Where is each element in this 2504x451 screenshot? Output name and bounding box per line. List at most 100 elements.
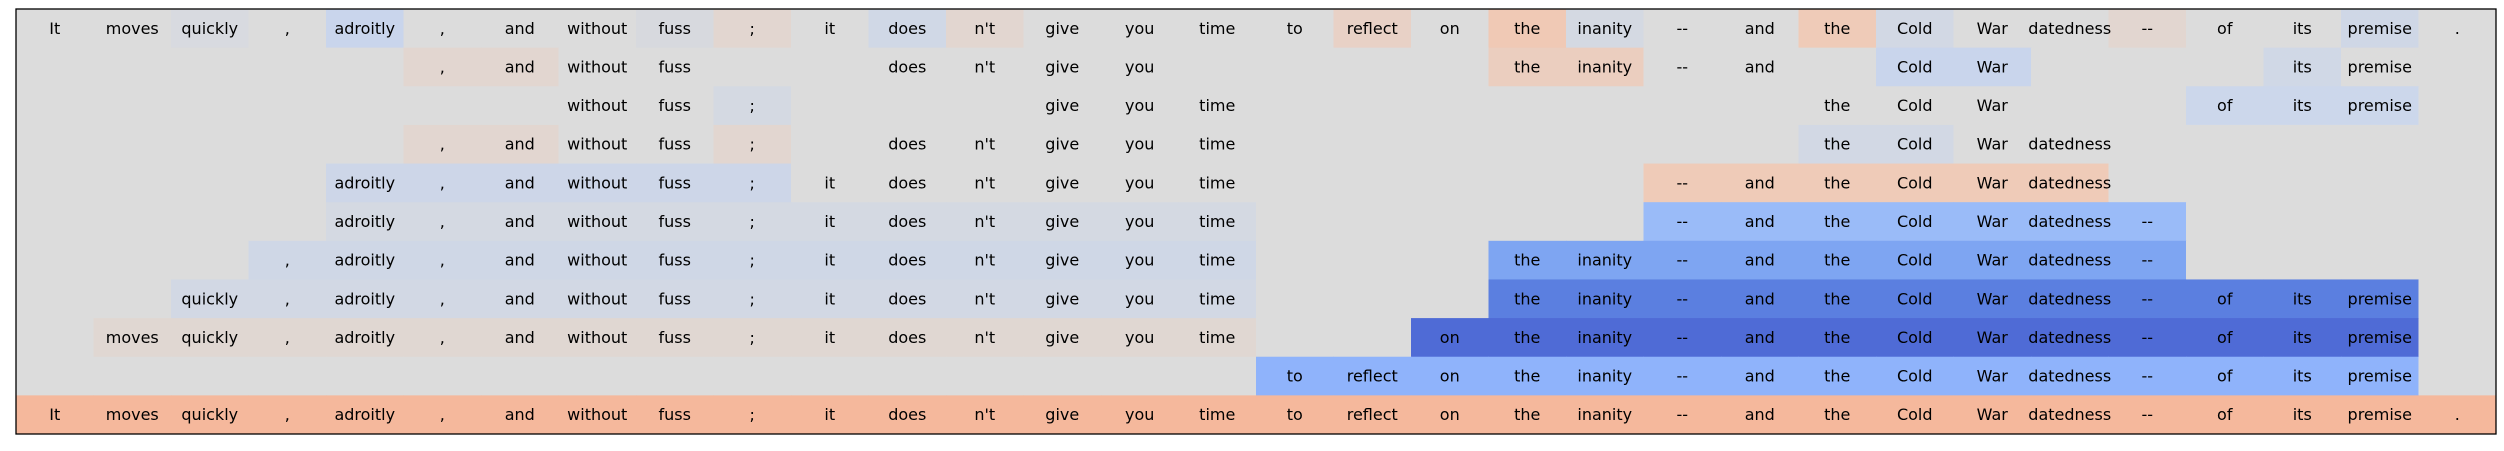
token-label-r8-c2: quickly [181, 328, 238, 347]
heatmap-cell-r5-c16 [1256, 202, 1334, 242]
token-label-r8-c30: premise [2348, 328, 2412, 347]
heatmap-cell-r3-c0 [16, 124, 94, 165]
token-label-r3-c23: the [1824, 135, 1850, 154]
heatmap-cell-r2-c18 [1411, 86, 1489, 126]
token-label-r2-c9: ; [750, 96, 755, 115]
token-label-r9-c28: of [2217, 367, 2233, 386]
heatmap-cell-r7-c0 [16, 279, 94, 319]
token-label-r0-c27: -- [2141, 19, 2153, 38]
token-label-r5-c11: does [888, 212, 926, 231]
token-label-r10-c4: adroitly [334, 405, 395, 424]
token-label-r10-c20: inanity [1577, 405, 1632, 424]
heatmap-cell-r3-c22 [1721, 124, 1799, 165]
token-label-r7-c4: adroitly [334, 289, 395, 308]
token-label-r6-c5: , [440, 251, 445, 270]
heatmap-cell-r4-c20 [1566, 163, 1644, 203]
heatmap-cell-r7-c1 [93, 279, 172, 319]
heatmap-cell-r2-c19 [1488, 86, 1567, 126]
token-label-r8-c21: -- [1676, 328, 1688, 347]
token-label-r10-c27: -- [2141, 405, 2153, 424]
token-label-r2-c14: you [1125, 96, 1154, 115]
token-label-r6-c15: time [1199, 251, 1235, 270]
token-label-r3-c13: give [1045, 135, 1079, 154]
heatmap-cell-r9-c6 [481, 356, 559, 396]
token-label-r1-c25: War [1977, 57, 2009, 76]
heatmap-cell-r4-c2 [171, 163, 249, 203]
token-label-r2-c30: premise [2348, 96, 2412, 115]
token-label-r7-c24: Cold [1897, 289, 1933, 308]
token-label-r6-c4: adroitly [334, 251, 395, 270]
heatmap-cell-r3-c16 [1256, 124, 1334, 165]
token-label-r1-c11: does [888, 57, 926, 76]
token-label-r4-c10: it [824, 173, 835, 192]
token-label-r6-c19: the [1514, 251, 1540, 270]
token-label-r8-c4: adroitly [334, 328, 395, 347]
heatmap-cell-r6-c1 [93, 240, 172, 280]
heatmap-cell-r6-c0 [16, 240, 94, 280]
heatmap-cell-r3-c19 [1488, 124, 1567, 165]
token-label-r0-c2: quickly [181, 19, 238, 38]
token-label-r3-c26: datedness [2028, 135, 2111, 154]
token-label-r10-c29: its [2293, 405, 2312, 424]
heatmap-cell-r3-c18 [1411, 124, 1489, 165]
heatmap-cell-r1-c16 [1256, 47, 1334, 87]
heatmap-cell-r3-c17 [1333, 124, 1412, 165]
token-label-r4-c21: -- [1676, 173, 1688, 192]
token-label-r5-c5: , [440, 212, 445, 231]
token-label-r0-c15: time [1199, 19, 1235, 38]
heatmap-cell-r4-c31 [2418, 163, 2497, 203]
token-label-r8-c15: time [1199, 328, 1235, 347]
heatmap-cell-r1-c26 [2031, 47, 2109, 87]
token-label-r1-c21: -- [1676, 57, 1688, 76]
token-label-r0-c7: without [567, 19, 627, 38]
heatmap-cell-r4-c27 [2108, 163, 2187, 203]
token-label-r7-c8: fuss [659, 289, 691, 308]
heatmap-cell-r5-c29 [2263, 202, 2342, 242]
heatmap-cell-r9-c13 [1023, 356, 1102, 396]
heatmap-cell-r1-c23 [1798, 47, 1877, 87]
token-label-r9-c29: its [2293, 367, 2312, 386]
token-label-r0-c6: and [505, 19, 535, 38]
token-label-r0-c21: -- [1676, 19, 1688, 38]
token-label-r2-c24: Cold [1897, 96, 1933, 115]
token-label-r7-c26: datedness [2028, 289, 2111, 308]
token-label-r0-c9: ; [750, 19, 755, 38]
token-label-r9-c30: premise [2348, 367, 2412, 386]
token-label-r7-c20: inanity [1577, 289, 1632, 308]
heatmap-cell-r5-c2 [171, 202, 249, 242]
heatmap-cell-r1-c0 [16, 47, 94, 87]
heatmap-cell-r6-c16 [1256, 240, 1334, 280]
token-label-r9-c17: reflect [1347, 367, 1398, 386]
token-label-r0-c26: datedness [2028, 19, 2111, 38]
token-label-r8-c11: does [888, 328, 926, 347]
token-label-r2-c13: give [1045, 96, 1079, 115]
token-label-r5-c8: fuss [659, 212, 691, 231]
token-label-r2-c15: time [1199, 96, 1235, 115]
token-label-r8-c5: , [440, 328, 445, 347]
heatmap-cell-r6-c2 [171, 240, 249, 280]
heatmap-cell-r3-c4 [326, 124, 404, 165]
token-label-r6-c8: fuss [659, 251, 691, 270]
heatmap-cell-r7-c17 [1333, 279, 1412, 319]
heatmap-cell-r9-c10 [791, 356, 869, 396]
token-label-r6-c26: datedness [2028, 251, 2111, 270]
token-label-r1-c7: without [567, 57, 627, 76]
token-label-r6-c11: does [888, 251, 926, 270]
heatmap-cell-r2-c2 [171, 86, 249, 126]
token-label-r0-c5: , [440, 19, 445, 38]
token-label-r5-c7: without [567, 212, 627, 231]
heatmap-cell-r6-c30 [2341, 240, 2419, 280]
heatmap-cell-r2-c0 [16, 86, 94, 126]
token-label-r8-c24: Cold [1897, 328, 1933, 347]
heatmap-cell-r1-c4 [326, 47, 404, 87]
heatmap-cell-r4-c0 [16, 163, 94, 203]
heatmap-cell-r1-c17 [1333, 47, 1412, 87]
token-label-r5-c15: time [1199, 212, 1235, 231]
token-label-r6-c6: and [505, 251, 535, 270]
heatmap-cell-r8-c0 [16, 318, 94, 358]
token-label-r4-c24: Cold [1897, 173, 1933, 192]
token-label-r10-c30: premise [2348, 405, 2412, 424]
token-label-r9-c19: the [1514, 367, 1540, 386]
heatmap-cell-r2-c26 [2031, 86, 2109, 126]
token-label-r8-c25: War [1977, 328, 2009, 347]
